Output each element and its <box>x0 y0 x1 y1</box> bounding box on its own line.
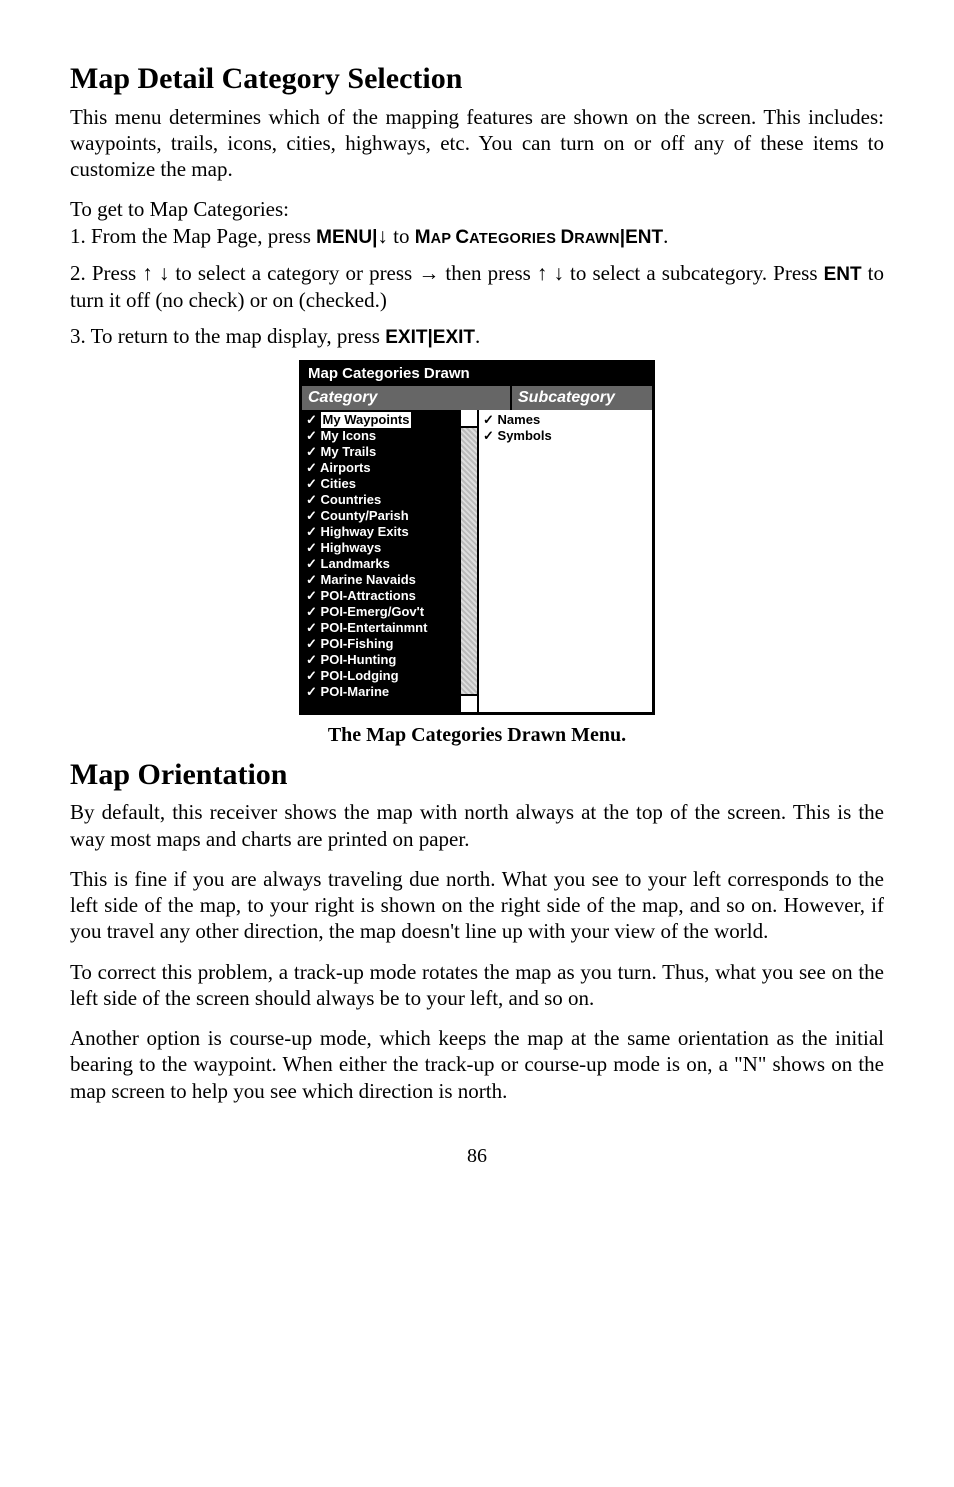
screenshot-title: Map Categories Drawn <box>302 363 652 386</box>
key-exit: EXIT <box>433 327 475 348</box>
text: 1. From the Map Page, press <box>70 224 316 248</box>
page-number: 86 <box>70 1144 884 1169</box>
subcategory-list[interactable]: ✓ Names ✓ Symbols <box>479 410 652 712</box>
list-item[interactable]: ✓ POI-Attractions <box>306 588 477 604</box>
arrow-down-icon: ↓ <box>553 262 564 285</box>
list-item[interactable]: ✓ Marine Navaids <box>306 572 477 588</box>
figure: Map Categories Drawn Category Subcategor… <box>70 360 884 715</box>
para: To correct this problem, a track-up mode… <box>70 959 884 1012</box>
arrow-down-icon: ↓ <box>377 225 388 248</box>
para: To get to Map Categories: <box>70 196 884 222</box>
step3: 3. To return to the map display, press E… <box>70 323 884 350</box>
list-item[interactable]: ✓ POI-Marine <box>306 684 477 700</box>
text: then press <box>439 261 537 285</box>
list-item[interactable]: ✓ My Waypoints <box>306 412 477 428</box>
key-ent: ENT <box>625 227 663 248</box>
list-item[interactable]: ✓ County/Parish <box>306 508 477 524</box>
text: . <box>663 224 668 248</box>
heading-map-detail: Map Detail Category Selection <box>70 60 884 98</box>
heading-map-orientation: Map Orientation <box>70 756 884 794</box>
list-item[interactable]: ✓ Countries <box>306 492 477 508</box>
text: to select a category or press <box>169 261 418 285</box>
key-ent: ENT <box>824 264 862 285</box>
list-item[interactable]: ✓ Names <box>483 412 648 428</box>
header-category: Category <box>302 386 512 410</box>
scroll-up-icon[interactable]: ▲ <box>461 410 477 428</box>
list-item[interactable]: ✓ Symbols <box>483 428 648 444</box>
text: 2. Press <box>70 261 142 285</box>
list-item[interactable]: ✓ Cities <box>306 476 477 492</box>
list-item[interactable]: ✓ POI-Entertainmnt <box>306 620 477 636</box>
list-item[interactable]: ✓ POI-Fishing <box>306 636 477 652</box>
arrow-up-icon: ↑ <box>142 262 153 285</box>
text: . <box>475 324 480 348</box>
device-screenshot: Map Categories Drawn Category Subcategor… <box>299 360 655 715</box>
scroll-down-icon[interactable]: ▼ <box>461 694 477 712</box>
figure-caption: The Map Categories Drawn Menu. <box>70 723 884 748</box>
category-list[interactable]: ✓ My Waypoints ✓ My Icons ✓ My Trails ✓ … <box>302 410 479 712</box>
list-item[interactable]: ✓ Airports <box>306 460 477 476</box>
para: This menu determines which of the mappin… <box>70 104 884 183</box>
arrow-down-icon: ↓ <box>159 262 170 285</box>
text: to select a subcategory. Press <box>564 261 824 285</box>
text: RAWN <box>574 231 620 247</box>
step2: 2. Press ↑ ↓ to select a category or pre… <box>70 260 884 314</box>
text: 3. To return to the map display, press <box>70 324 385 348</box>
text: to <box>388 224 415 248</box>
text: M <box>415 227 431 248</box>
list-item[interactable]: ✓ My Trails <box>306 444 477 460</box>
text: C <box>455 227 469 248</box>
para: This is fine if you are always traveling… <box>70 866 884 945</box>
list-item[interactable]: ✓ My Icons <box>306 428 477 444</box>
list-item[interactable]: ✓ POI-Lodging <box>306 668 477 684</box>
key-exit: EXIT <box>385 327 427 348</box>
list-item[interactable]: ✓ Highways <box>306 540 477 556</box>
arrow-up-icon: ↑ <box>537 262 548 285</box>
text: AP <box>431 231 456 247</box>
text: D <box>561 227 575 248</box>
step1: 1. From the Map Page, press MENU|↓ to MA… <box>70 223 884 250</box>
scrollbar[interactable]: ▲ ▼ <box>459 410 477 712</box>
list-item[interactable]: ✓ Landmarks <box>306 556 477 572</box>
key-menu: MENU <box>316 227 372 248</box>
screenshot-headers: Category Subcategory <box>302 386 652 410</box>
list-item[interactable]: ✓ Highway Exits <box>306 524 477 540</box>
arrow-right-icon: → <box>418 262 439 285</box>
header-subcategory: Subcategory <box>512 386 652 410</box>
list-item[interactable]: ✓ POI-Hunting <box>306 652 477 668</box>
list-item[interactable]: ✓ POI-Emerg/Gov't <box>306 604 477 620</box>
para: Another option is course-up mode, which … <box>70 1025 884 1104</box>
para: By default, this receiver shows the map … <box>70 799 884 852</box>
text: ATEGORIES <box>469 231 560 247</box>
